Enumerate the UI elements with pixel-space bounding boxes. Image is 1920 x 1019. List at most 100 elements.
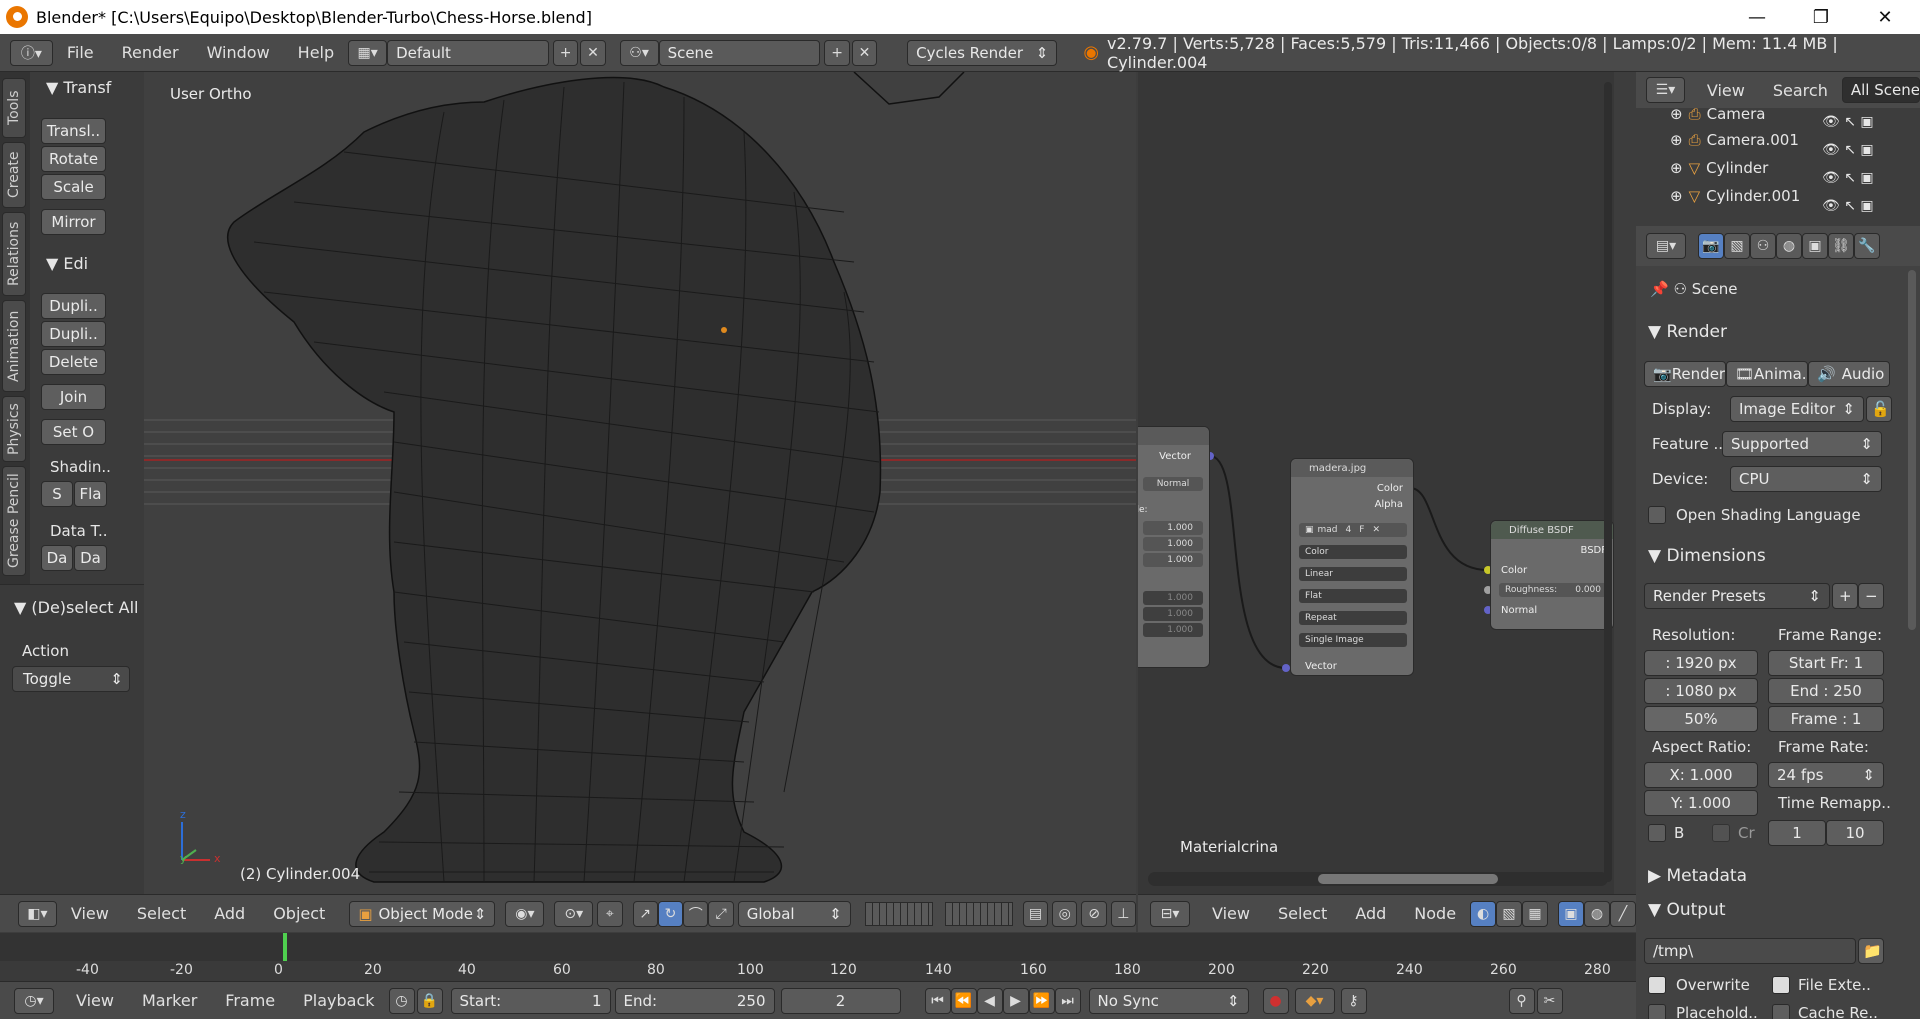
menu-view[interactable]: View	[57, 904, 123, 923]
tab-physics[interactable]: Physics	[2, 396, 26, 462]
tab-create[interactable]: Create	[2, 142, 26, 208]
add-scene-icon[interactable]: +	[824, 39, 850, 66]
render-audio-button[interactable]: 🔊 Audio	[1808, 361, 1890, 387]
add-layout-icon[interactable]: +	[552, 39, 579, 66]
frame-end-field[interactable]: End : 250	[1768, 678, 1884, 704]
aspect-x-field[interactable]: X: 1.000	[1644, 762, 1758, 788]
mapping-scale-x[interactable]: 1.000	[1143, 521, 1203, 535]
outliner-item-cylinder-001[interactable]: ⊕ ▽ Cylinder.001	[1670, 184, 1800, 208]
end-frame-field[interactable]: End: 250	[614, 987, 775, 1014]
render-preview-icon[interactable]: ◎	[1052, 900, 1078, 927]
object-shader-icon[interactable]: ▣	[1558, 900, 1584, 927]
close-button[interactable]: ✕	[1856, 0, 1914, 34]
node-menu-view[interactable]: View	[1198, 904, 1264, 923]
duplicate-linked-button[interactable]: Dupli..	[41, 321, 106, 347]
lock-icon[interactable]: 🔒	[416, 987, 443, 1014]
node-editor[interactable]: Vector Normal ale: 1.000 1.000 1.000 1.0…	[1138, 72, 1614, 894]
mapping-min-x[interactable]: 1.000	[1143, 591, 1203, 605]
outliner-item-camera[interactable]: ⊕ ⎙ Camera	[1670, 108, 1765, 126]
mirror-button[interactable]: Mirror	[41, 209, 106, 235]
resolution-percentage-field[interactable]: 50%	[1644, 706, 1758, 732]
cache-result-checkbox[interactable]	[1772, 1004, 1790, 1019]
device-select[interactable]: CPU ⇕	[1730, 466, 1882, 492]
layer-buttons-2[interactable]	[944, 901, 1013, 926]
play-reverse-icon[interactable]: ◀	[976, 987, 1003, 1014]
output-section-header[interactable]: ▼ Output	[1648, 900, 1726, 920]
mapping-min-z[interactable]: 1.000	[1143, 623, 1203, 637]
layer-buttons[interactable]	[864, 901, 933, 926]
properties-scrollbar[interactable]	[1908, 270, 1916, 630]
dimensions-section-header[interactable]: ▼ Dimensions	[1648, 546, 1766, 566]
frame-rate-select[interactable]: 24 fps ⇕	[1768, 762, 1884, 788]
render-still-button[interactable]: 📷 Render	[1644, 361, 1726, 387]
set-origin-button[interactable]: Set O	[41, 419, 106, 445]
texture-nodes-icon[interactable]: ▦	[1522, 900, 1549, 927]
display-select[interactable]: Image Editor ⇕	[1730, 396, 1864, 422]
shade-smooth-button[interactable]: S	[41, 481, 73, 507]
duplicate-button[interactable]: Dupli..	[41, 293, 106, 319]
aspect-y-field[interactable]: Y: 1.000	[1644, 790, 1758, 816]
resolution-y-field[interactable]: : 1080 px	[1644, 678, 1758, 704]
node-menu-select[interactable]: Select	[1264, 904, 1341, 923]
pivot-point-icon[interactable]: ⊙▾	[554, 900, 594, 927]
maximize-button[interactable]: ❐	[1792, 0, 1850, 34]
record-icon[interactable]: ●	[1262, 987, 1289, 1014]
arc-manipulator-icon[interactable]: ⌒	[683, 900, 709, 927]
keying-set-add-icon[interactable]: ⚷	[1340, 987, 1367, 1014]
frame-start-field[interactable]: Start Fr: 1	[1768, 650, 1884, 676]
jump-keyframe-forward-icon[interactable]: ⏩	[1028, 987, 1055, 1014]
delete-keyframe-icon[interactable]: ✂	[1536, 987, 1563, 1014]
scene-browse-icon[interactable]: ⚇▾	[619, 39, 659, 66]
jump-end-icon[interactable]: ⏭	[1054, 987, 1081, 1014]
manipulator-icon[interactable]: ⌖	[597, 900, 623, 927]
editor-type-info-icon[interactable]: ⓘ▾	[10, 39, 53, 66]
join-button[interactable]: Join	[41, 384, 106, 410]
timeline-menu-frame[interactable]: Frame	[211, 991, 289, 1010]
frame-step-field[interactable]: Frame : 1	[1768, 706, 1884, 732]
node-menu-node[interactable]: Node	[1400, 904, 1470, 923]
insert-keyframe-icon[interactable]: ⚲	[1508, 987, 1535, 1014]
osl-checkbox[interactable]	[1648, 506, 1666, 524]
metadata-section-header[interactable]: ▶ Metadata	[1648, 866, 1747, 886]
timeline-menu-playback[interactable]: Playback	[289, 991, 388, 1010]
remove-preset-icon[interactable]: −	[1858, 583, 1884, 609]
remap-new-field[interactable]: 10	[1826, 820, 1884, 846]
scrollbar-thumb[interactable]	[1318, 874, 1498, 884]
data-transfer-button[interactable]: Da	[41, 545, 73, 571]
crop-checkbox[interactable]	[1712, 824, 1730, 842]
render-tab-icon[interactable]: 📷	[1698, 233, 1724, 259]
world-shader-icon[interactable]: ◍	[1584, 900, 1610, 927]
outliner-item-camera-001[interactable]: ⊕ ⎙ Camera.001	[1670, 128, 1799, 152]
add-preset-icon[interactable]: +	[1832, 583, 1858, 609]
3d-viewport[interactable]: User Ortho z y x (2) Cylinder.004	[144, 72, 1136, 894]
outliner-menu-view[interactable]: View	[1693, 81, 1759, 100]
remap-old-field[interactable]: 1	[1768, 820, 1826, 846]
constraints-tab-icon[interactable]: ⛓	[1828, 233, 1854, 259]
scene-tab-icon[interactable]: ⚇	[1750, 233, 1776, 259]
feature-set-select[interactable]: Supported ⇕	[1722, 431, 1882, 457]
render-presets-select[interactable]: Render Presets ⇕	[1644, 583, 1830, 609]
editor-type-properties-icon[interactable]: ▤▾	[1646, 233, 1686, 259]
folder-icon[interactable]: 📁	[1858, 938, 1884, 964]
remove-layout-icon[interactable]: ✕	[580, 39, 606, 66]
diffuse-bsdf-node[interactable]: Diffuse BSDF BSDF Color Roughness: 0.000 …	[1490, 520, 1614, 630]
image-texture-node[interactable]: madera.jpg Color Alpha ▣ mad 4 F ✕ Color Li…	[1290, 458, 1414, 676]
tab-relations[interactable]: Relations	[2, 212, 26, 296]
close-icon[interactable]: ✕	[1372, 525, 1380, 535]
start-frame-field[interactable]: Start: 1	[450, 987, 611, 1014]
shade-flat-button[interactable]: Fla	[74, 481, 107, 507]
rotate-button[interactable]: Rotate	[41, 146, 106, 172]
keying-set-icon[interactable]: ◆▾	[1294, 987, 1335, 1014]
render-layers-tab-icon[interactable]: ▧	[1724, 233, 1750, 259]
object-tab-icon[interactable]: ▣	[1802, 233, 1828, 259]
vertical-scrollbar[interactable]	[1604, 82, 1612, 882]
rotate-manipulator-icon[interactable]: ↻	[657, 900, 684, 927]
border-checkbox[interactable]	[1648, 824, 1666, 842]
transform-panel-header[interactable]: ▼ Transf	[46, 78, 111, 97]
outliner-menu-search[interactable]: Search	[1759, 81, 1842, 100]
timeline-menu-marker[interactable]: Marker	[128, 991, 211, 1010]
outliner-restrict-columns[interactable]: 👁 ↖ ▣ 👁 ↖ ▣ 👁 ↖ ▣ 👁 ↖ ▣	[1822, 108, 1912, 220]
diffuse-roughness-field[interactable]: Roughness: 0.000	[1499, 583, 1607, 597]
viewport-shading-icon[interactable]: ◉▾	[505, 900, 545, 927]
render-section-header[interactable]: ▼ Render	[1648, 322, 1727, 342]
